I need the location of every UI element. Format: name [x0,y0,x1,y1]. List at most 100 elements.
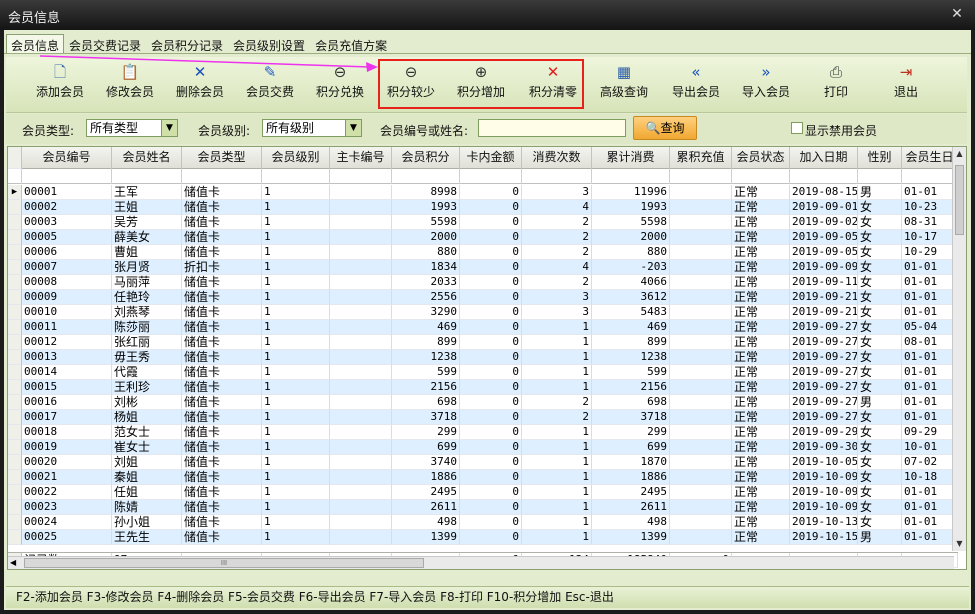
table-cell: 10-01 [902,440,958,455]
scroll-up-icon[interactable]: ▲ [953,147,966,161]
show-disabled-checkbox[interactable] [791,122,803,134]
filter-cell[interactable] [858,169,902,184]
chevron-down-icon[interactable]: ▼ [345,120,361,136]
table-row[interactable]: 00023 陈婧 储值卡 1 2611 0 1 2611 正常 2019-10-09 女 01-01 [8,500,958,515]
filter-cell[interactable] [732,169,790,184]
table-cell: 469 [392,320,460,335]
filter-cell[interactable] [330,169,392,184]
zoom-out-icon: ⊖ [404,63,418,81]
table-row[interactable]: 00022 任姐 储值卡 1 2495 0 1 2495 正常 2019-10-09 女 01-01 [8,485,958,500]
tab-points-records[interactable]: 会员积分记录 [146,34,228,54]
table-row[interactable]: 00015 王利珍 储值卡 1 2156 0 1 2156 正常 2019-09-27 女 01-01 [8,380,958,395]
toolbar-button-6[interactable]: ⊖ 积分较少 [383,63,439,107]
toolbar-button-5[interactable]: ⊖ 积分兑换 [312,63,368,107]
table-row[interactable]: 00024 孙小姐 储值卡 1 498 0 1 498 正常 2019-10-13 女 01-01 [8,515,958,530]
tab-recharge-plans[interactable]: 会员充值方案 [310,34,392,54]
column-header[interactable]: 累积充值 [670,147,732,169]
filter-cell[interactable] [670,169,732,184]
filter-cell[interactable] [592,169,670,184]
table-row[interactable]: 00020 刘姐 储值卡 1 3740 0 1 1870 正常 2019-10-05 女 07-02 [8,455,958,470]
column-header[interactable]: 会员积分 [392,147,460,169]
column-header[interactable]: 会员状态 [732,147,790,169]
toolbar-button-9[interactable]: ▦ 高级查询 [596,63,652,107]
toolbar-button-11[interactable]: » 导入会员 [738,63,794,107]
toolbar-button-2[interactable]: 📋 修改会员 [102,63,158,107]
table-cell: 08-31 [902,215,958,230]
member-grid[interactable]: 会员编号 会员姓名 会员类型 会员级别 主卡编号 会员积分 卡内金额 消费次数 累计消费 累积充值… [7,146,967,570]
table-row[interactable]: 00025 王先生 储值卡 1 1399 0 1 1399 正常 2019-10-15 男 01-01 [8,530,958,545]
scroll-left-icon[interactable]: ◀ [10,557,16,569]
filter-cell[interactable] [262,169,330,184]
table-row[interactable]: ▶ 00001 王军 储值卡 1 8998 0 3 11996 正常 2019-08-15 男 01-0… [8,185,958,200]
table-row[interactable]: 00011 陈莎丽 储值卡 1 469 0 1 469 正常 2019-09-27 女 05-04 [8,320,958,335]
member-type-value: 所有类型 [90,121,139,135]
filter-cell[interactable] [182,169,262,184]
scroll-thumb[interactable] [955,165,964,235]
table-cell [330,410,392,425]
toolbar-button-10[interactable]: « 导出会员 [668,63,724,107]
filter-cell[interactable] [460,169,522,184]
table-row[interactable]: 00012 张红丽 储值卡 1 899 0 1 899 正常 2019-09-27 女 08-01 [8,335,958,350]
member-type-select[interactable]: 所有类型 ▼ [86,119,178,137]
table-row[interactable]: 00003 吴芳 储值卡 1 5598 0 2 5598 正常 2019-09-02 女 08-31 [8,215,958,230]
toolbar-button-3[interactable]: ✕ 删除会员 [172,63,228,107]
table-row[interactable]: 00006 曹姐 储值卡 1 880 0 2 880 正常 2019-09-05 女 10-29 [8,245,958,260]
filter-cell[interactable] [112,169,182,184]
column-header[interactable]: 会员生日 [902,147,958,169]
toolbar-button-8[interactable]: ✕ 积分清零 [524,63,582,107]
column-header[interactable]: 会员姓名 [112,147,182,169]
table-row[interactable]: 00017 杨姐 储值卡 1 3718 0 2 3718 正常 2019-09-27 女 01-01 [8,410,958,425]
title-bar[interactable]: 会员信息 ✕ [0,0,975,30]
toolbar-button-13[interactable]: ⇥ 退出 [888,63,924,107]
table-row[interactable]: 00005 薛美女 储值卡 1 2000 0 2 2000 正常 2019-09-05 女 10-17 [8,230,958,245]
column-header[interactable]: 主卡编号 [330,147,392,169]
filter-cell[interactable] [902,169,958,184]
column-header[interactable]: 累计消费 [592,147,670,169]
table-cell: 1 [262,395,330,410]
table-row[interactable]: 00019 崔女士 储值卡 1 699 0 1 699 正常 2019-09-30 女 10-01 [8,440,958,455]
table-row[interactable]: 00018 范女士 储值卡 1 299 0 1 299 正常 2019-09-29 女 09-29 [8,425,958,440]
toolbar-button-12[interactable]: ⎙ 打印 [818,63,854,107]
tab-member-info[interactable]: 会员信息 [6,34,65,54]
column-header[interactable]: 加入日期 [790,147,858,169]
column-header[interactable]: 卡内金额 [460,147,522,169]
table-row[interactable]: 00009 任艳玲 储值卡 1 2556 0 3 3612 正常 2019-09-21 女 01-01 [8,290,958,305]
table-cell [670,470,732,485]
filter-cell[interactable] [790,169,858,184]
table-cell: 正常 [732,260,790,275]
toolbar-button-1[interactable]: 🗋 添加会员 [32,63,88,107]
table-cell: 储值卡 [182,185,262,200]
table-row[interactable]: 00010 刘燕琴 储值卡 1 3290 0 3 5483 正常 2019-09-21 女 01-01 [8,305,958,320]
tab-payment-records[interactable]: 会员交费记录 [64,34,146,54]
column-header[interactable]: 会员编号 [22,147,112,169]
table-row[interactable]: 00002 王姐 储值卡 1 1993 0 4 1993 正常 2019-09-01 女 10-23 [8,200,958,215]
table-row[interactable]: 00016 刘彬 储值卡 1 698 0 2 698 正常 2019-09-27 男 01-01 [8,395,958,410]
table-row[interactable]: 00014 代霞 储值卡 1 599 0 1 599 正常 2019-09-27 女 01-01 [8,365,958,380]
table-cell [670,305,732,320]
vertical-scrollbar[interactable]: ▲ ▼ [952,147,966,551]
member-level-select[interactable]: 所有级别 ▼ [262,119,362,137]
column-header[interactable]: 性别 [858,147,902,169]
toolbar-button-4[interactable]: ✎ 会员交费 [242,63,298,107]
column-header[interactable]: 会员级别 [262,147,330,169]
tab-level-settings[interactable]: 会员级别设置 [228,34,310,54]
table-row[interactable]: 00008 马丽萍 储值卡 1 2033 0 2 4066 正常 2019-09-11 女 01-01 [8,275,958,290]
table-cell: 0 [460,185,522,200]
filter-cell[interactable] [22,169,112,184]
query-button[interactable]: 🔍查询 [633,116,697,140]
column-header[interactable]: 消费次数 [522,147,592,169]
chevron-down-icon[interactable]: ▼ [161,120,177,136]
horizontal-scroll-thumb[interactable]: III [24,558,424,568]
filter-cell[interactable] [522,169,592,184]
toolbar-button-7[interactable]: ⊕ 积分增加 [452,63,510,107]
search-input[interactable] [478,119,626,137]
horizontal-scrollbar[interactable]: ◀ III [8,556,954,569]
table-row[interactable]: 00021 秦姐 储值卡 1 1886 0 1 1886 正常 2019-10-09 女 10-18 [8,470,958,485]
column-header[interactable]: 会员类型 [182,147,262,169]
scroll-down-icon[interactable]: ▼ [953,537,966,551]
table-cell: 00021 [22,470,112,485]
close-icon[interactable]: ✕ [949,6,965,22]
table-row[interactable]: 00007 张月贤 折扣卡 1 1834 0 4 -203 正常 2019-09-09 女 01-01 [8,260,958,275]
filter-cell[interactable] [392,169,460,184]
table-row[interactable]: 00013 毋王秀 储值卡 1 1238 0 1 1238 正常 2019-09-27 女 01-01 [8,350,958,365]
